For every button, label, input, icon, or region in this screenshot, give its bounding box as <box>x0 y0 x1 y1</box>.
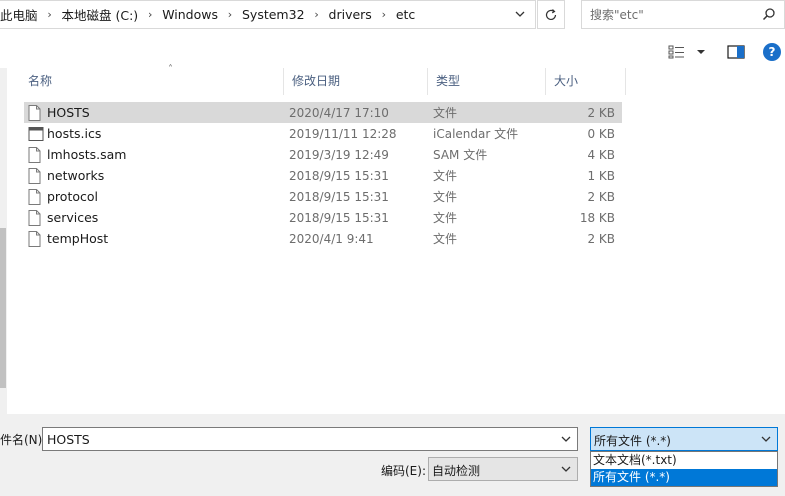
breadcrumb-this-pc[interactable]: 此电脑 <box>0 5 42 24</box>
preview-pane-button[interactable] <box>726 42 746 62</box>
breadcrumb: 此电脑 › 本地磁盘 (C:) › Windows › System32 › d… <box>0 1 419 28</box>
sort-ascending-icon: ˄ <box>168 64 173 75</box>
column-header-name[interactable]: 名称 <box>20 68 284 95</box>
filename-input[interactable] <box>47 431 547 447</box>
file-date: 2019/11/11 12:28 <box>289 126 397 141</box>
encoding-label: 编码(E): <box>381 464 426 478</box>
file-size: 4 KB <box>587 147 615 162</box>
file-date: 2020/4/1 9:41 <box>289 231 374 246</box>
encoding-select[interactable]: 自动检测 <box>428 457 578 481</box>
preview-pane-icon <box>727 45 745 59</box>
chevron-right-icon[interactable]: › <box>309 8 325 21</box>
filename-combobox[interactable] <box>42 427 578 451</box>
file-icon <box>28 188 41 205</box>
file-icon <box>28 167 41 184</box>
file-row-lmhosts-sam[interactable]: lmhosts.sam 2019/3/19 12:49 SAM 文件 4 KB <box>24 144 622 165</box>
filetype-option-all[interactable]: 所有文件 (*.*) <box>591 469 777 486</box>
file-row-hosts-ics[interactable]: hosts.ics 2019/11/11 12:28 iCalendar 文件 … <box>24 123 622 144</box>
details-view-icon <box>668 45 684 59</box>
file-type: 文件 <box>433 106 458 120</box>
file-size: 2 KB <box>587 231 615 246</box>
breadcrumb-drivers[interactable]: drivers <box>325 7 376 22</box>
address-bar[interactable]: 此电脑 › 本地磁盘 (C:) › Windows › System32 › d… <box>0 0 536 29</box>
file-row-services[interactable]: services 2018/9/15 15:31 文件 18 KB <box>24 207 622 228</box>
file-name: lmhosts.sam <box>47 147 127 162</box>
file-name: hosts.ics <box>47 126 102 141</box>
file-type: 文件 <box>433 190 458 204</box>
help-button[interactable]: ? <box>763 43 781 61</box>
chevron-down-icon[interactable] <box>559 432 573 446</box>
file-name: tempHost <box>47 231 109 246</box>
breadcrumb-windows[interactable]: Windows <box>158 7 222 22</box>
file-row-temphost[interactable]: tempHost 2020/4/1 9:41 文件 2 KB <box>24 228 622 249</box>
encoding-selected-value: 自动检测 <box>432 464 481 478</box>
file-date: 2018/9/15 15:31 <box>289 210 389 225</box>
search-box[interactable] <box>581 0 785 29</box>
caret-down-icon[interactable] <box>694 45 708 59</box>
file-name: HOSTS <box>47 105 90 120</box>
calendar-file-icon <box>28 126 44 141</box>
chevron-down-icon[interactable] <box>559 462 573 476</box>
file-row-networks[interactable]: networks 2018/9/15 15:31 文件 1 KB <box>24 165 622 186</box>
file-row-hosts[interactable]: HOSTS 2020/4/17 17:10 文件 2 KB <box>24 102 622 123</box>
refresh-icon <box>545 8 557 20</box>
file-name: networks <box>47 168 105 183</box>
vertical-scrollbar[interactable] <box>0 68 7 414</box>
scrollbar-thumb[interactable] <box>0 228 6 388</box>
breadcrumb-drive-c[interactable]: 本地磁盘 (C:) <box>58 5 143 24</box>
file-type: SAM 文件 <box>433 148 488 162</box>
column-header-row: 名称 修改日期 类型 大小 ˄ <box>20 64 626 95</box>
change-view-button[interactable] <box>668 42 710 62</box>
chevron-right-icon[interactable]: › <box>42 8 58 21</box>
file-type: 文件 <box>433 232 458 246</box>
refresh-button[interactable] <box>537 0 565 29</box>
chevron-right-icon[interactable]: › <box>142 8 158 21</box>
file-type: 文件 <box>433 169 458 183</box>
file-size: 18 KB <box>579 210 615 225</box>
file-icon <box>28 230 41 247</box>
file-icon <box>28 146 41 163</box>
file-name: services <box>47 210 99 225</box>
chevron-right-icon[interactable]: › <box>222 8 238 21</box>
file-size: 2 KB <box>587 189 615 204</box>
breadcrumb-etc[interactable]: etc <box>392 7 419 22</box>
filename-label: 件名(N): <box>0 433 47 447</box>
file-size: 2 KB <box>587 105 615 120</box>
file-size: 0 KB <box>587 126 615 141</box>
file-icon <box>28 104 41 121</box>
filetype-dropdown-list[interactable]: 文本文档(*.txt) 所有文件 (*.*) <box>590 451 778 487</box>
file-type: 文件 <box>433 211 458 225</box>
search-input[interactable] <box>590 6 755 24</box>
search-icon[interactable] <box>762 7 776 21</box>
filetype-select[interactable]: 所有文件 (*.*) <box>590 427 778 451</box>
column-header-date[interactable]: 修改日期 <box>284 68 428 95</box>
filetype-option-txt[interactable]: 文本文档(*.txt) <box>591 452 777 469</box>
file-size: 1 KB <box>587 168 615 183</box>
chevron-down-icon[interactable] <box>759 432 773 446</box>
chevron-down-icon[interactable] <box>511 5 529 23</box>
file-name: protocol <box>47 189 98 204</box>
chevron-right-icon[interactable]: › <box>376 8 392 21</box>
file-date: 2018/9/15 15:31 <box>289 168 389 183</box>
column-header-size[interactable]: 大小 <box>546 68 626 95</box>
file-type: iCalendar 文件 <box>433 127 519 141</box>
file-row-protocol[interactable]: protocol 2018/9/15 15:31 文件 2 KB <box>24 186 622 207</box>
file-date: 2018/9/15 15:31 <box>289 189 389 204</box>
file-date: 2020/4/17 17:10 <box>289 105 389 120</box>
file-icon <box>28 209 41 226</box>
help-icon: ? <box>768 45 776 59</box>
filetype-selected-value: 所有文件 (*.*) <box>594 434 671 448</box>
file-date: 2019/3/19 12:49 <box>289 147 389 162</box>
breadcrumb-system32[interactable]: System32 <box>238 7 309 22</box>
column-header-type[interactable]: 类型 <box>428 68 546 95</box>
